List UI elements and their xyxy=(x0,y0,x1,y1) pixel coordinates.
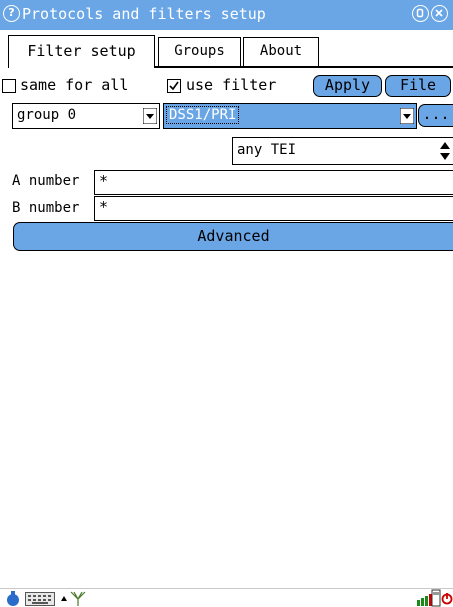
protocol-select-value: DSS1/PRI xyxy=(166,106,240,124)
protocol-select[interactable]: DSS1/PRI xyxy=(163,103,417,129)
same-for-all-label: same for all xyxy=(20,76,129,94)
group-select[interactable]: group 0 xyxy=(12,103,160,129)
chevron-down-icon xyxy=(400,108,414,124)
tab-filter-setup[interactable]: Filter setup xyxy=(8,35,155,68)
checkmark-icon xyxy=(169,81,179,91)
taskbar xyxy=(0,588,453,607)
file-button[interactable]: File xyxy=(385,75,451,97)
use-filter-checkbox[interactable] xyxy=(167,79,181,93)
a-number-input[interactable]: * xyxy=(94,170,453,195)
close-icon[interactable] xyxy=(431,5,448,22)
spin-arrows-icon[interactable] xyxy=(439,140,451,162)
same-for-all-checkbox[interactable] xyxy=(2,79,16,93)
group-select-value: group 0 xyxy=(17,107,77,123)
minimize-icon[interactable] xyxy=(412,5,429,22)
up-arrow-icon[interactable] xyxy=(60,595,68,603)
chevron-down-icon xyxy=(143,108,157,124)
tab-groups[interactable]: Groups xyxy=(158,37,241,66)
tei-select-value: any TEI xyxy=(237,142,297,158)
tei-select[interactable]: any TEI xyxy=(232,137,453,165)
help-icon[interactable]: ? xyxy=(3,5,20,22)
advanced-button[interactable]: Advanced xyxy=(13,222,453,251)
antenna-icon[interactable] xyxy=(70,590,86,607)
window-title: Protocols and filters setup xyxy=(22,5,266,23)
b-number-label: B number xyxy=(12,200,80,216)
power-icon[interactable] xyxy=(441,591,453,607)
sd-card-icon xyxy=(431,589,441,607)
b-number-input[interactable]: * xyxy=(94,196,453,221)
keyboard-icon[interactable] xyxy=(25,592,55,606)
tab-bar: Filter setup Groups About xyxy=(0,30,453,68)
title-bar: ? Protocols and filters setup xyxy=(0,0,453,30)
launcher-icon[interactable] xyxy=(4,590,22,607)
use-filter-label: use filter xyxy=(186,76,277,94)
tab-divider xyxy=(155,66,453,68)
more-button[interactable]: ... xyxy=(418,104,453,127)
tab-about[interactable]: About xyxy=(243,37,319,66)
apply-button[interactable]: Apply xyxy=(313,75,382,97)
a-number-label: A number xyxy=(12,173,80,189)
